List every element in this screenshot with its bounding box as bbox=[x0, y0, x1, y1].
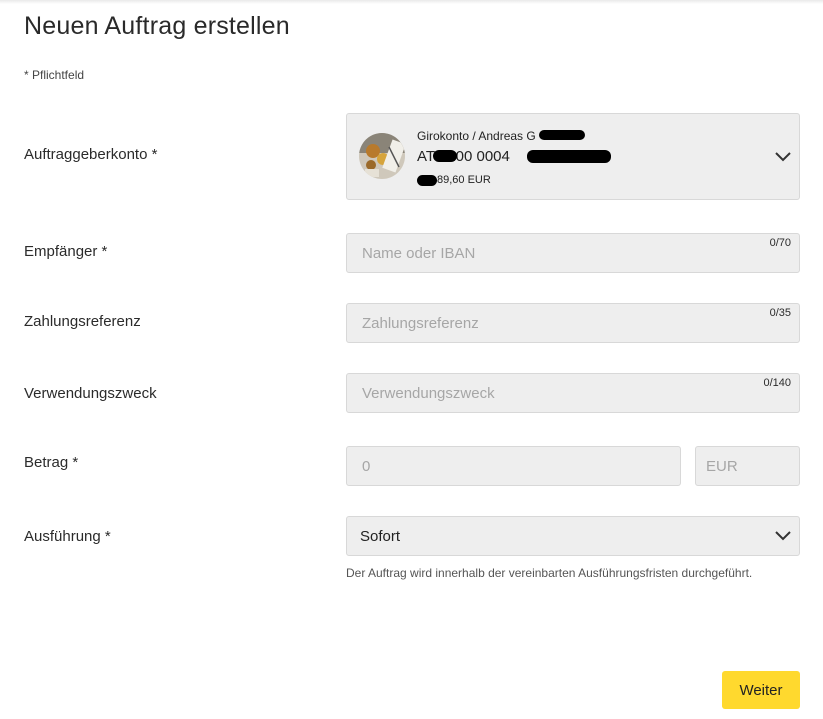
recipient-placeholder: Name oder IBAN bbox=[362, 244, 476, 262]
currency-value: EUR bbox=[706, 457, 738, 475]
execution-label: Ausführung * bbox=[24, 528, 111, 545]
currency-field: EUR bbox=[695, 446, 800, 486]
top-shadow bbox=[0, 0, 823, 4]
redaction bbox=[433, 150, 457, 162]
recipient-input[interactable]: Name oder IBAN 0/70 bbox=[346, 233, 800, 273]
next-button[interactable]: Weiter bbox=[722, 671, 800, 709]
amount-label: Betrag * bbox=[24, 454, 79, 471]
purpose-counter: 0/140 bbox=[763, 377, 791, 389]
purpose-input[interactable]: Verwendungszweck 0/140 bbox=[346, 373, 800, 413]
execution-value: Sofort bbox=[360, 527, 401, 545]
reference-input[interactable]: Zahlungsreferenz 0/35 bbox=[346, 303, 800, 343]
recipient-counter: 0/70 bbox=[769, 237, 791, 249]
account-selector[interactable]: Girokonto / Andreas G AT 5200 0004 89,60… bbox=[346, 113, 800, 200]
account-iban: AT 5200 0004 bbox=[417, 148, 510, 165]
purpose-label: Verwendungszweck bbox=[24, 385, 157, 402]
account-avatar-image bbox=[359, 133, 405, 179]
redaction bbox=[539, 130, 585, 140]
amount-input[interactable]: 0 bbox=[346, 446, 681, 486]
redaction bbox=[417, 175, 437, 186]
execution-note: Der Auftrag wird innerhalb der vereinbar… bbox=[346, 566, 753, 580]
chevron-down-icon[interactable] bbox=[774, 530, 792, 542]
chevron-down-icon[interactable] bbox=[774, 151, 792, 163]
account-name: Girokonto / Andreas G bbox=[417, 129, 536, 143]
reference-placeholder: Zahlungsreferenz bbox=[362, 314, 479, 332]
required-hint: * Pflichtfeld bbox=[24, 68, 85, 82]
reference-label: Zahlungsreferenz bbox=[24, 313, 141, 330]
account-label: Auftraggeberkonto * bbox=[24, 146, 158, 163]
reference-counter: 0/35 bbox=[769, 307, 791, 319]
recipient-label: Empfänger * bbox=[24, 243, 108, 260]
execution-select[interactable]: Sofort bbox=[346, 516, 800, 556]
purpose-placeholder: Verwendungszweck bbox=[362, 384, 495, 402]
page-title: Neuen Auftrag erstellen bbox=[24, 12, 290, 40]
account-avatar bbox=[359, 133, 405, 179]
amount-placeholder: 0 bbox=[362, 457, 371, 475]
redaction bbox=[527, 150, 611, 163]
account-balance: 89,60 EUR bbox=[437, 174, 491, 186]
